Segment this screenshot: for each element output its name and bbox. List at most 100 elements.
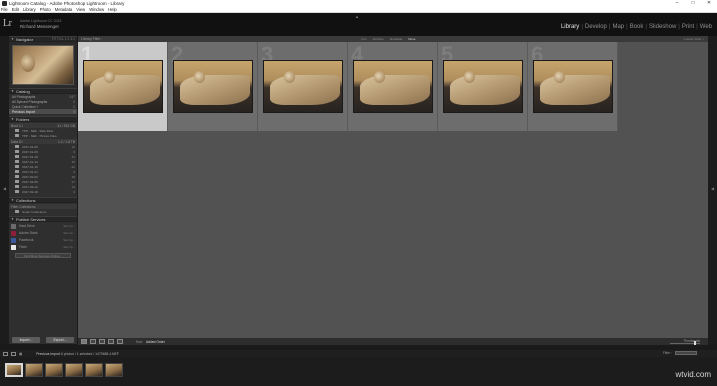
folder-icon [15, 145, 19, 148]
folder-item[interactable]: 2017-02-19 6 [9, 189, 77, 194]
setup-link[interactable]: Set Up... [63, 245, 75, 249]
collapse-top-panel-icon[interactable]: ▲ [355, 14, 359, 19]
module-web[interactable]: Web [698, 24, 714, 30]
menu-window[interactable]: Window [89, 7, 104, 13]
publish-service-flickr[interactable]: Flickr Set Up... [9, 244, 77, 250]
second-window-icon[interactable] [11, 351, 16, 356]
filter-dropdown[interactable] [675, 351, 697, 356]
minimize-button[interactable]: – [669, 0, 685, 7]
source-name: Previous Import [36, 351, 60, 356]
folder-label: 2017-02-12 [22, 184, 38, 189]
module-map[interactable]: Map [610, 24, 626, 30]
catalog-item-previous-import[interactable]: Previous Import 6 [9, 109, 77, 114]
module-slideshow[interactable]: Slideshow [647, 24, 678, 30]
close-button[interactable]: ✕ [701, 0, 717, 7]
menu-help[interactable]: Help [108, 7, 117, 13]
filmstrip-thumbnail[interactable] [5, 363, 23, 377]
publish-service-hard-drive[interactable]: Hard Drive Set Up... [9, 223, 77, 229]
filmstrip-thumbnail[interactable] [45, 363, 63, 377]
expand-right-panel-icon[interactable]: ◀ [708, 186, 717, 191]
photo-thumbnail[interactable] [443, 60, 523, 113]
grid-cell[interactable]: 3 [258, 42, 348, 131]
loupe-view-icon[interactable] [90, 339, 96, 344]
lightroom-app-icon [2, 1, 7, 6]
filter-tab-none[interactable]: None [405, 37, 418, 41]
sort-value[interactable]: Added Order [146, 340, 165, 344]
collections-header[interactable]: ▼ Collections [9, 197, 77, 203]
publish-service-facebook[interactable]: Facebook Set Up... [9, 237, 77, 243]
filmstrip-filter: Filter : [663, 351, 697, 356]
grid-cell[interactable]: 5 [438, 42, 528, 131]
folders-header[interactable]: ▼ Folders [9, 116, 77, 122]
folder-item[interactable]: TPP - NEF - Picture Files [9, 133, 77, 138]
people-view-icon[interactable] [117, 339, 123, 344]
left-panel-edge[interactable]: ◀ [0, 36, 9, 344]
folder-label: 2017-01-14 [22, 159, 38, 164]
module-develop[interactable]: Develop [583, 24, 609, 30]
photo-thumbnail[interactable] [353, 60, 433, 113]
grid-cell[interactable]: 4 [348, 42, 438, 131]
lightroom-logo: Lr [3, 18, 12, 29]
module-picker: Library | Develop | Map | Book | Slidesh… [559, 24, 714, 30]
menu-photo[interactable]: Photo [40, 7, 51, 13]
folder-count: 8 [73, 149, 75, 154]
thumbnail-size-slider[interactable] [670, 341, 700, 345]
photo-thumbnail[interactable] [263, 60, 343, 113]
export-button[interactable]: Export... [46, 336, 74, 343]
filter-tab-text[interactable]: Text [358, 37, 370, 41]
filmstrip-thumbnail[interactable] [25, 363, 43, 377]
folder-label: 2017-02-05 [22, 179, 38, 184]
folder-label: 2017-02-19 [22, 189, 38, 194]
publish-service-adobe-stock[interactable]: Adobe Stock Set Up... [9, 230, 77, 236]
folder-label: 2017-01-21 [22, 169, 38, 174]
module-library[interactable]: Library [559, 24, 581, 30]
module-book[interactable]: Book [628, 24, 646, 30]
navigator-preview[interactable] [9, 42, 77, 88]
filter-preset-dropdown[interactable]: Custom Filter ÷ [684, 36, 704, 42]
filmstrip-thumbnail[interactable] [105, 363, 123, 377]
filmstrip-source[interactable]: Previous Import 6 photos / 1 selected / … [36, 352, 119, 356]
collection-label: Filter Collections [11, 204, 36, 209]
folder-icon [15, 150, 19, 153]
collection-set-smart[interactable]: Smart Collections [9, 209, 77, 214]
maximize-button[interactable]: □ [685, 0, 701, 7]
folder-label: 2017-01-10 [22, 154, 38, 159]
flickr-icon [11, 244, 16, 250]
grid-shortcut-icon[interactable]: ▦ [19, 352, 22, 356]
photo-thumbnail[interactable] [83, 60, 163, 113]
setup-link[interactable]: Set Up... [63, 238, 75, 242]
photo-thumbnail[interactable] [533, 60, 613, 113]
grid-view-icon[interactable] [81, 339, 87, 344]
menu-view[interactable]: View [76, 7, 85, 13]
filter-tab-metadata[interactable]: Metadata [387, 37, 406, 41]
folder-icon [15, 160, 19, 163]
import-button[interactable]: Import... [12, 336, 40, 343]
survey-view-icon[interactable] [108, 339, 114, 344]
menu-library[interactable]: Library [23, 7, 36, 13]
setup-link[interactable]: Set Up... [63, 231, 75, 235]
setup-link[interactable]: Set Up... [63, 224, 75, 228]
menu-file[interactable]: File [1, 7, 8, 13]
grid-cell[interactable]: 2 [168, 42, 258, 131]
menu-edit[interactable]: Edit [12, 7, 19, 13]
filter-tab-attribute[interactable]: Attribute [370, 37, 387, 41]
filmstrip-thumbnail[interactable] [65, 363, 83, 377]
main-window-icon[interactable] [3, 351, 8, 356]
sort-control[interactable]: Sort: Added Order [136, 340, 165, 344]
module-print[interactable]: Print [680, 24, 696, 30]
photo-thumbnail[interactable] [173, 60, 253, 113]
menu-metadata[interactable]: Metadata [55, 7, 72, 13]
filmstrip-thumbnail[interactable] [85, 363, 103, 377]
grid-cell[interactable]: 1 [78, 42, 168, 131]
folders-title: Folders [15, 116, 30, 122]
find-more-services-button[interactable]: Find More Services Online... [15, 253, 71, 258]
compare-view-icon[interactable] [99, 339, 105, 344]
collapse-left-panel-icon[interactable]: ◀ [0, 186, 9, 191]
grid-cell[interactable]: 6 [528, 42, 618, 131]
catalog-item-label: All Synced Photographs [12, 99, 48, 104]
navigator-zoom-options[interactable]: FIT FILL 1:1 3:1 [52, 37, 75, 41]
right-panel-edge[interactable]: ◀ [708, 36, 717, 344]
publish-services-header[interactable]: ▼ Publish Services [9, 216, 77, 222]
folder-label: 2017-01-09 [22, 149, 38, 154]
folder-count: 27 [71, 179, 75, 184]
